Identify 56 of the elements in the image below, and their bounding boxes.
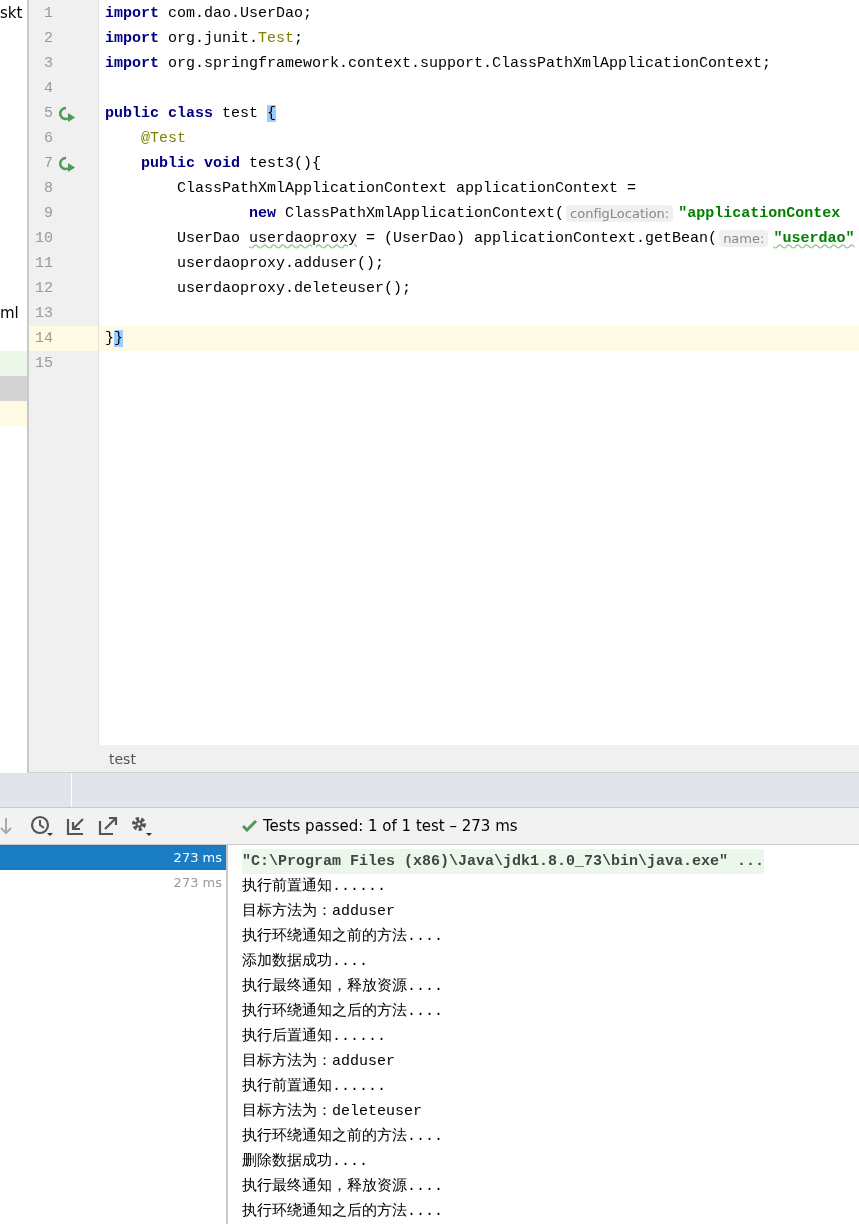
console-output: 执行后置通知......: [242, 1026, 386, 1047]
console-output: 目标方法为：deleteuser: [242, 1101, 422, 1122]
export-icon[interactable]: [98, 816, 118, 836]
line-number: 12: [34, 280, 53, 297]
console-output: 目标方法为：adduser: [242, 1051, 395, 1072]
run-gutter-icon[interactable]: [59, 105, 76, 122]
console-output: 执行最终通知，释放资源....: [242, 976, 443, 997]
line-number: 2: [43, 30, 53, 47]
line-number: 3: [43, 55, 53, 72]
check-icon: [242, 820, 257, 832]
console-command: "C:\Program Files (x86)\Java\jdk1.8.0_73\bin\java.exe" ...: [242, 849, 765, 874]
line-number: 1: [43, 5, 53, 22]
code-line: userdaoproxy.adduser();: [176, 255, 385, 272]
test-status: Tests passed: 1 of 1 test – 273 ms: [263, 817, 518, 835]
project-tree-item[interactable]: skt: [0, 3, 27, 23]
line-number: 4: [43, 80, 53, 97]
line-number: 7: [43, 155, 53, 172]
console-output: 执行环绕通知之后的方法....: [242, 1001, 443, 1022]
code-line: public void test3(){: [140, 155, 322, 172]
line-number: 9: [43, 205, 53, 222]
line-number: 11: [34, 255, 53, 272]
import-icon[interactable]: [66, 816, 86, 836]
console-output: 执行环绕通知之前的方法....: [242, 926, 443, 947]
line-number: 6: [43, 130, 53, 147]
code-line: new ClassPathXmlApplicationContext( configLocation: "applicationContex: [248, 205, 841, 222]
console-output: 添加数据成功....: [242, 951, 368, 972]
code-line: @Test: [140, 130, 186, 147]
console-output: 执行前置通知......: [242, 876, 386, 897]
line-number: 14: [34, 330, 53, 347]
console-output: 执行前置通知......: [242, 1076, 386, 1097]
settings-icon[interactable]: [130, 815, 152, 837]
history-icon[interactable]: [30, 815, 54, 837]
console-output: 执行环绕通知之前的方法....: [242, 1126, 443, 1147]
line-number: 5: [43, 105, 53, 122]
run-gutter-icon[interactable]: [59, 155, 76, 172]
line-number: 13: [34, 305, 53, 322]
code-line: import org.springframework.context.support.ClassPathXmlApplicationContext;: [105, 55, 772, 72]
code-line: public class test {: [105, 105, 277, 122]
console-output: 目标方法为：adduser: [242, 901, 395, 922]
code-line: userdaoproxy.deleteuser();: [176, 280, 412, 297]
breadcrumb[interactable]: test: [109, 750, 136, 767]
code-line: import com.dao.UserDao;: [105, 5, 313, 22]
code-line: UserDao userdaoproxy = (UserDao) applicationContext.getBean( name: "userdao": [176, 230, 855, 247]
row-highlight: [0, 401, 27, 426]
test-tree-row[interactable]: 273 ms: [0, 845, 226, 870]
console-output: 执行最终通知，释放资源....: [242, 1176, 443, 1197]
code-line: ClassPathXmlApplicationContext applicationContext =: [176, 180, 637, 197]
code-line: import org.junit.Test;: [105, 30, 304, 47]
console-output: 删除数据成功....: [242, 1151, 368, 1172]
line-number: 8: [43, 180, 53, 197]
console-output: 执行环绕通知之后的方法....: [242, 1201, 443, 1222]
project-tree-item[interactable]: ml: [0, 303, 27, 323]
line-number: 10: [34, 230, 53, 247]
code-line: }}: [105, 330, 124, 347]
row-highlight: [0, 351, 27, 376]
line-number: 15: [34, 355, 53, 372]
